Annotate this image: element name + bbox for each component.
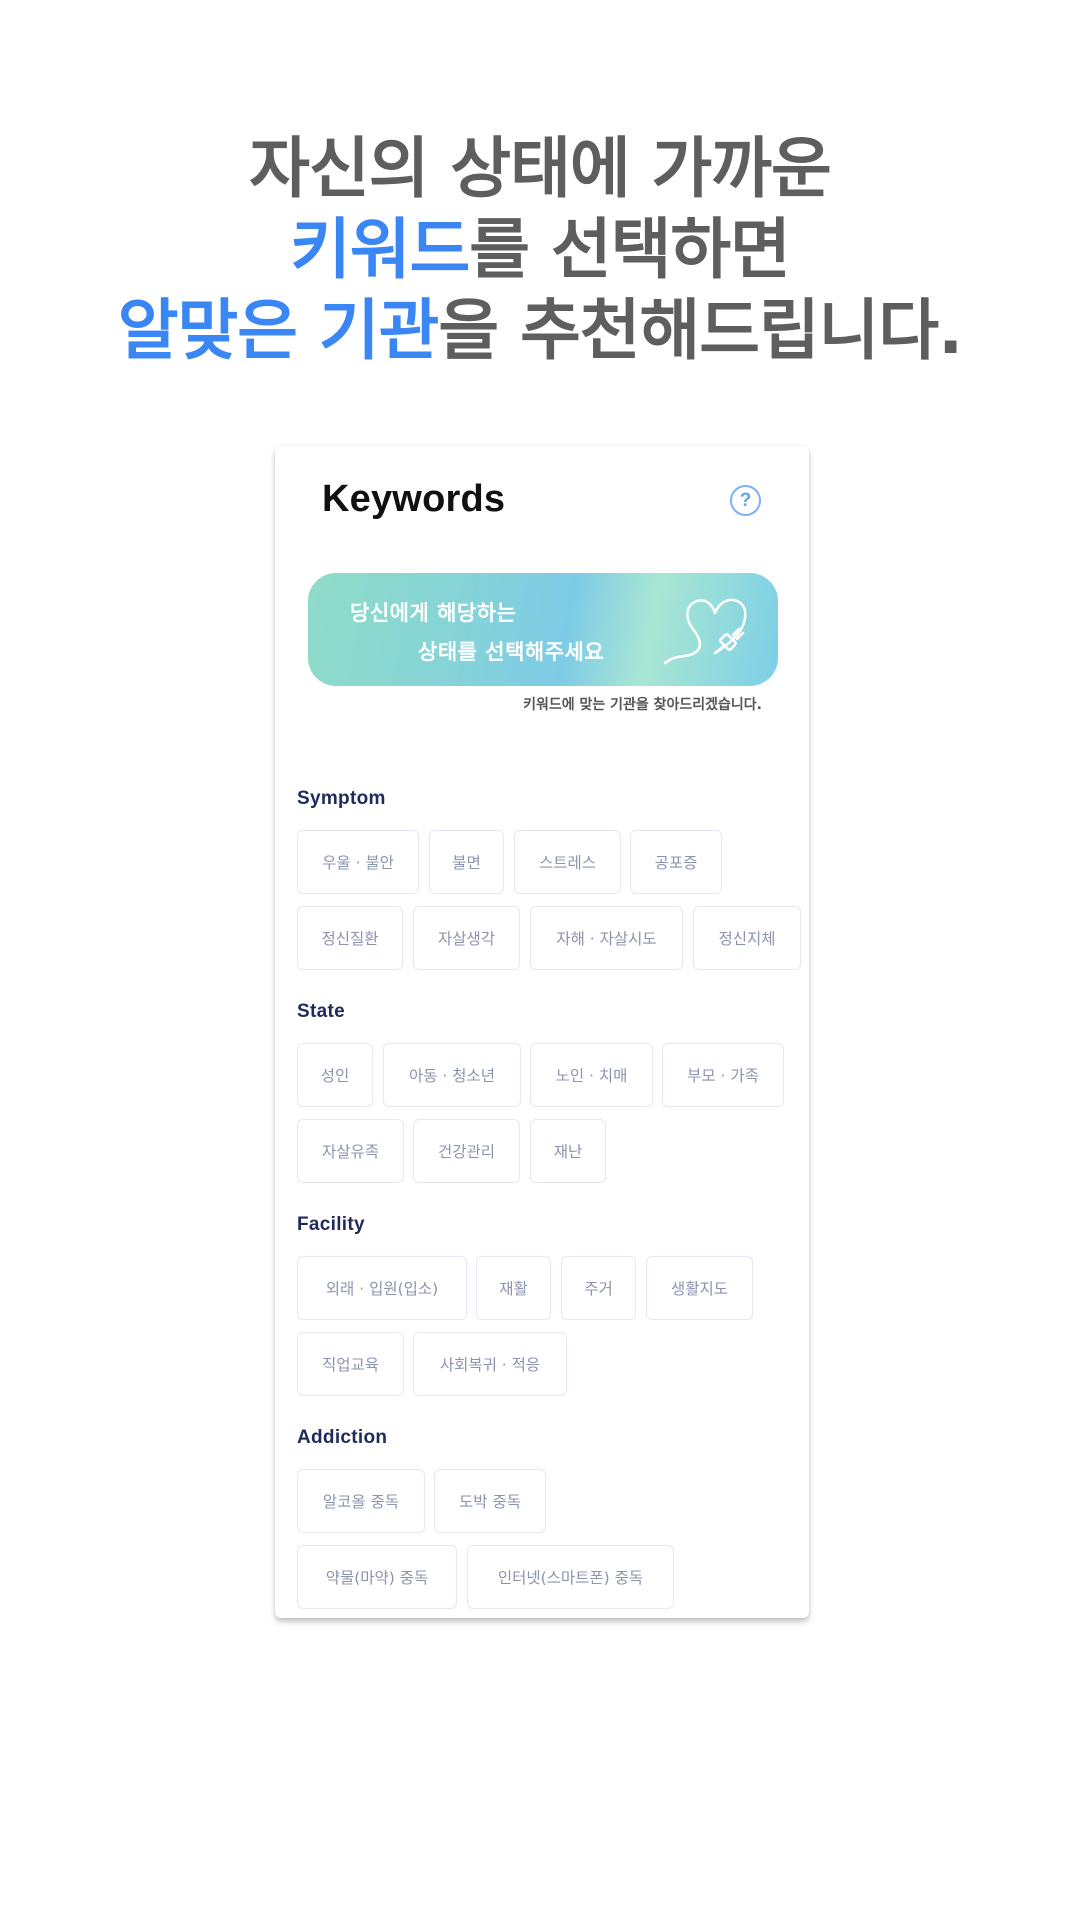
banner-line-1: 당신에게 해당하는 [350,601,517,625]
chip-addiction[interactable]: 약물(마약) 중독 [297,1545,457,1609]
chip-facility[interactable]: 주거 [561,1256,636,1320]
chip-symptom[interactable]: 공포증 [630,830,722,894]
section-title-state: State [297,1001,345,1022]
phone-screen-card: Keywords ? 당신에게 해당하는 상태를 선택해주세요 키워드에 맞는 … [275,446,809,1618]
chip-state[interactable]: 성인 [297,1043,373,1107]
headline-line-2-rest: 를 선택하면 [469,211,791,288]
chip-symptom[interactable]: 정신질환 [297,906,403,970]
chip-symptom[interactable]: 우울 · 불안 [297,830,419,894]
page-title: Keywords [322,478,506,520]
headline-highlight-facility: 알맞은 기관 [117,292,440,369]
chip-state[interactable]: 노인 · 치매 [530,1043,653,1107]
headline-line-3: 알맞은 기관을 추천해드립니다. [0,290,1080,371]
banner-line-2: 상태를 선택해주세요 [418,640,605,664]
section-title-symptom: Symptom [297,788,386,809]
chip-symptom[interactable]: 정신지체 [693,906,801,970]
section-title-addiction: Addiction [297,1427,388,1448]
chip-facility[interactable]: 재활 [476,1256,551,1320]
promo-headline: 자신의 상태에 가까운 키워드를 선택하면 알맞은 기관을 추천해드립니다. [0,128,1080,371]
chip-symptom[interactable]: 자살생각 [413,906,520,970]
instruction-banner: 당신에게 해당하는 상태를 선택해주세요 [308,573,778,686]
question-circle-icon[interactable]: ? [730,485,761,516]
chip-symptom[interactable]: 스트레스 [514,830,621,894]
section-title-facility: Facility [297,1214,365,1235]
chip-facility[interactable]: 외래 · 입원(입소) [297,1256,467,1320]
chip-symptom[interactable]: 불면 [429,830,504,894]
chip-state[interactable]: 아동 · 청소년 [383,1043,521,1107]
chip-symptom[interactable]: 자해 · 자살시도 [530,906,683,970]
chip-state[interactable]: 건강관리 [413,1119,520,1183]
headline-highlight-keyword: 키워드 [290,211,470,288]
chip-state[interactable]: 재난 [530,1119,606,1183]
chip-state[interactable]: 자살유족 [297,1119,404,1183]
heart-plug-icon [663,598,747,665]
headline-line-3-rest: 을 추천해드립니다. [438,292,963,369]
banner-caption: 키워드에 맞는 기관을 찾아드리겠습니다. [523,697,762,713]
chip-facility[interactable]: 사회복귀 · 적응 [413,1332,567,1396]
chip-addiction[interactable]: 인터넷(스마트폰) 중독 [467,1545,674,1609]
headline-line-1: 자신의 상태에 가까운 [249,130,831,207]
headline-line-2: 키워드를 선택하면 [0,209,1080,290]
chip-facility[interactable]: 생활지도 [646,1256,753,1320]
chip-facility[interactable]: 직업교육 [297,1332,404,1396]
chip-addiction[interactable]: 알코올 중독 [297,1469,425,1533]
chip-addiction[interactable]: 도박 중독 [434,1469,546,1533]
chip-state[interactable]: 부모 · 가족 [662,1043,784,1107]
